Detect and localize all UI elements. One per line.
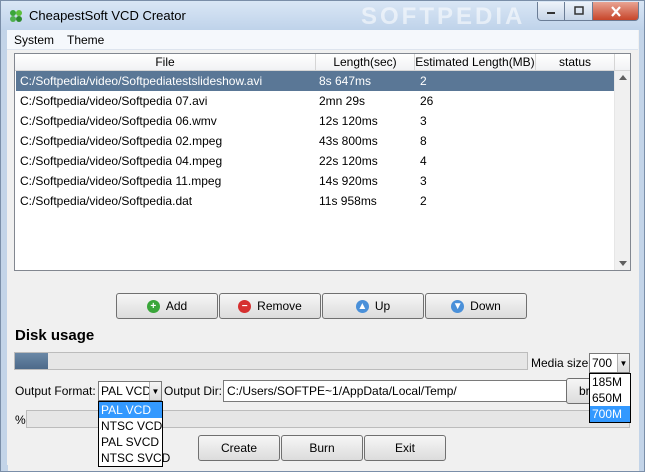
output-dir-label: Output Dir: bbox=[164, 384, 223, 398]
table-row[interactable]: C:/Softpedia/video/Softpedia 11.mpeg 14s… bbox=[16, 171, 614, 191]
maximize-button[interactable] bbox=[565, 2, 593, 21]
column-status[interactable]: status bbox=[536, 54, 615, 71]
up-button-label: Up bbox=[374, 299, 391, 313]
media-size-dropdown[interactable]: 185M 650M 700M bbox=[589, 373, 631, 423]
menu-system[interactable]: System bbox=[14, 33, 54, 47]
down-button-label: Down bbox=[470, 299, 501, 313]
disk-usage-bar bbox=[14, 352, 528, 370]
arrow-down-icon: ▼ bbox=[451, 299, 465, 313]
disk-usage-title: Disk usage bbox=[15, 327, 95, 344]
down-button[interactable]: ▼ Down bbox=[425, 293, 527, 319]
remove-button-label: Remove bbox=[257, 299, 302, 313]
cell-file: C:/Softpedia/video/Softpedia 02.mpeg bbox=[20, 134, 223, 148]
scroll-down-arrow-icon[interactable] bbox=[619, 261, 627, 267]
menu-theme[interactable]: Theme bbox=[67, 33, 104, 47]
add-button-label: Add bbox=[165, 299, 188, 313]
cell-size: 8 bbox=[420, 134, 427, 148]
cell-size: 4 bbox=[420, 154, 427, 168]
output-format-select[interactable]: PAL VCD ▼ bbox=[98, 381, 162, 401]
table-row[interactable]: C:/Softpedia/video/Softpedia 02.mpeg 43s… bbox=[16, 131, 614, 151]
close-icon bbox=[610, 5, 621, 17]
burn-button[interactable]: Burn bbox=[281, 435, 363, 461]
column-length[interactable]: Length(sec) bbox=[316, 54, 415, 71]
output-format-dropdown[interactable]: PAL VCD NTSC VCD PAL SVCD NTSC SVCD bbox=[98, 401, 170, 467]
format-option[interactable]: PAL SVCD bbox=[99, 434, 162, 450]
column-estimated-size[interactable]: Estimated Length(MB) bbox=[415, 54, 536, 71]
media-size-value: 700 bbox=[592, 356, 613, 370]
remove-button[interactable]: − Remove bbox=[219, 293, 321, 319]
minimize-button[interactable] bbox=[537, 2, 565, 21]
cell-size: 2 bbox=[420, 194, 427, 208]
remove-icon: − bbox=[238, 299, 252, 313]
minimize-icon bbox=[547, 12, 555, 14]
watermark: SOFTPEDIA bbox=[361, 3, 526, 30]
cell-length: 43s 800ms bbox=[319, 134, 378, 148]
column-file[interactable]: File bbox=[15, 54, 316, 71]
cell-file: C:/Softpedia/video/Softpedia 11.mpeg bbox=[20, 174, 222, 188]
exit-button[interactable]: Exit bbox=[364, 435, 446, 461]
chevron-down-icon[interactable]: ▼ bbox=[149, 382, 161, 400]
cell-file: C:/Softpedia/video/Softpedia.dat bbox=[20, 194, 193, 208]
disk-usage-fill bbox=[15, 353, 49, 369]
arrow-up-icon: ▲ bbox=[355, 299, 369, 313]
cell-size: 3 bbox=[420, 114, 427, 128]
output-format-label: Output Format: bbox=[15, 384, 96, 398]
cell-length: 12s 120ms bbox=[319, 114, 378, 128]
add-icon: + bbox=[146, 299, 160, 313]
media-size-option[interactable]: 650M bbox=[590, 390, 630, 406]
format-option[interactable]: PAL VCD bbox=[99, 402, 162, 418]
table-row[interactable]: C:/Softpedia/video/Softpedia 07.avi 2mn … bbox=[16, 91, 614, 111]
menu-bar: System Theme bbox=[7, 30, 638, 50]
output-dir-field[interactable]: C:/Users/SOFTPE~1/AppData/Local/Temp/ bbox=[223, 380, 568, 402]
chevron-down-icon[interactable]: ▼ bbox=[617, 354, 629, 372]
cell-size: 26 bbox=[420, 94, 434, 108]
media-size-option[interactable]: 700M bbox=[590, 406, 630, 422]
cell-size: 3 bbox=[420, 174, 427, 188]
cell-file: C:/Softpedia/video/Softpedia 04.mpeg bbox=[20, 154, 223, 168]
scroll-up-arrow-icon[interactable] bbox=[619, 74, 627, 80]
cell-length: 14s 920ms bbox=[319, 174, 378, 188]
cell-length: 11s 958ms bbox=[319, 194, 377, 208]
cell-file: C:/Softpedia/video/Softpedia 07.avi bbox=[20, 94, 208, 108]
file-list[interactable]: File Length(sec) Estimated Length(MB) st… bbox=[14, 53, 631, 271]
vertical-scrollbar[interactable] bbox=[614, 71, 630, 270]
cell-file: C:/Softpedia/video/Softpediatestslidesho… bbox=[20, 74, 263, 88]
cell-length: 2mn 29s bbox=[319, 94, 366, 108]
maximize-icon bbox=[573, 6, 584, 15]
up-button[interactable]: ▲ Up bbox=[322, 293, 424, 319]
media-size-label: Media size: bbox=[531, 356, 592, 370]
table-row[interactable]: C:/Softpedia/video/Softpedia 04.mpeg 22s… bbox=[16, 151, 614, 171]
close-button[interactable] bbox=[593, 2, 639, 21]
title-bar[interactable]: CheapestSoft VCD Creator SOFTPEDIA bbox=[0, 0, 645, 30]
table-row[interactable]: C:/Softpedia/video/Softpedia 06.wmv 12s … bbox=[16, 111, 614, 131]
media-size-option[interactable]: 185M bbox=[590, 374, 630, 390]
table-row[interactable]: C:/Softpedia/video/Softpedia.dat 11s 958… bbox=[16, 191, 614, 211]
file-list-header: File Length(sec) Estimated Length(MB) st… bbox=[15, 54, 630, 71]
cell-file: C:/Softpedia/video/Softpedia 06.wmv bbox=[20, 114, 217, 128]
format-option[interactable]: NTSC SVCD bbox=[99, 450, 170, 466]
format-option[interactable]: NTSC VCD bbox=[99, 418, 162, 434]
media-size-select[interactable]: 700 ▼ bbox=[589, 353, 630, 373]
add-button[interactable]: + Add bbox=[116, 293, 218, 319]
app-icon bbox=[10, 10, 22, 22]
cell-length: 8s 647ms bbox=[319, 74, 372, 88]
output-format-value: PAL VCD bbox=[101, 384, 152, 398]
progress-percent-label: % bbox=[15, 413, 26, 427]
create-button[interactable]: Create bbox=[198, 435, 280, 461]
cell-length: 22s 120ms bbox=[319, 154, 378, 168]
table-row[interactable]: C:/Softpedia/video/Softpediatestslidesho… bbox=[16, 71, 614, 91]
cell-size: 2 bbox=[420, 74, 427, 88]
window-title: CheapestSoft VCD Creator bbox=[29, 8, 186, 23]
